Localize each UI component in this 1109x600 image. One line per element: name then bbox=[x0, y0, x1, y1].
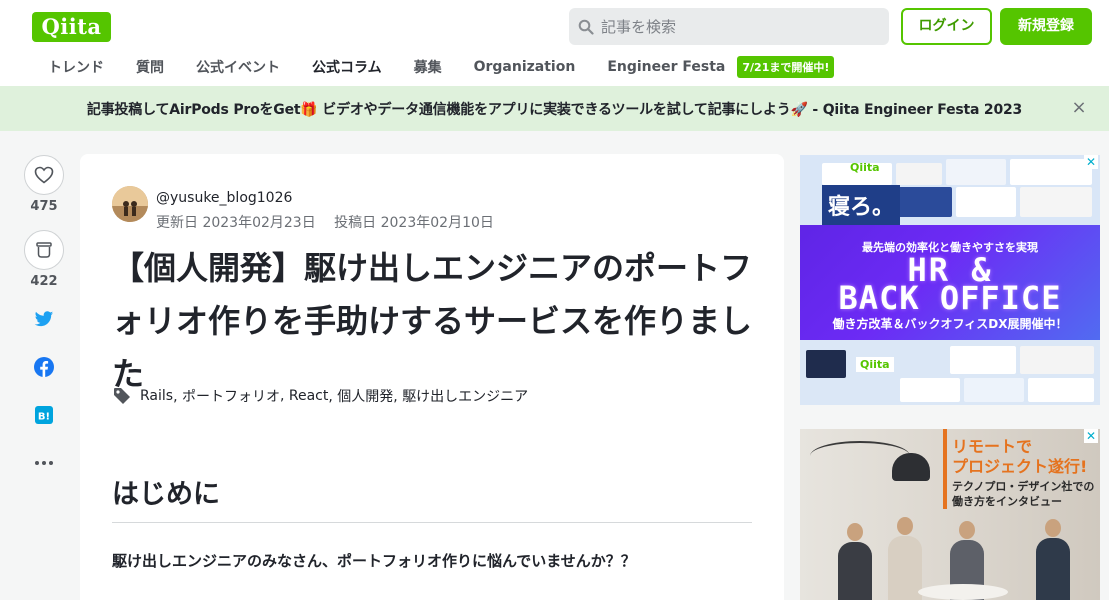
ad-headline-2: プロジェクト遂行! bbox=[952, 457, 1088, 476]
lamp-icon bbox=[892, 453, 930, 481]
stock-button[interactable] bbox=[24, 230, 64, 270]
ad-subline-1: テクノプロ・デザイン社での bbox=[952, 480, 1095, 493]
ad-bottom-strip bbox=[800, 340, 1100, 405]
login-button[interactable]: ログイン bbox=[901, 8, 992, 45]
tag-react[interactable]: React bbox=[280, 388, 328, 404]
tag-portfolio[interactable]: ポートフォリオ bbox=[173, 386, 280, 406]
search-box[interactable] bbox=[569, 8, 889, 45]
ad-qiita-logo-2: Qiita bbox=[856, 357, 894, 372]
ad-sleep-text: 寝ろ。 bbox=[822, 185, 901, 225]
updated-date: 更新日 2023年02月23日 bbox=[156, 215, 316, 231]
banner-text[interactable]: 記事投稿してAirPods ProをGet🎁 ビデオやデータ通信機能をアプリに実… bbox=[87, 99, 1022, 119]
person-2 bbox=[888, 536, 922, 600]
ad-banner-remote-interview[interactable]: リモートで プロジェクト遂行! テクノプロ・デザイン社での 働き方をインタビュー… bbox=[800, 429, 1100, 600]
person-4 bbox=[1036, 538, 1070, 600]
ad-accent-bar bbox=[943, 429, 947, 509]
ad-close-icon[interactable]: ✕ bbox=[1084, 429, 1098, 443]
nav-item-official-events[interactable]: 公式イベント bbox=[180, 57, 296, 77]
person-1 bbox=[838, 542, 872, 600]
author-username[interactable]: @yusuke_blog1026 bbox=[156, 190, 292, 206]
search-icon bbox=[577, 18, 595, 36]
tag-rails[interactable]: Rails bbox=[140, 388, 173, 404]
stock-count: 422 bbox=[30, 274, 58, 289]
like-button[interactable] bbox=[24, 155, 64, 195]
site-header: Qiita ログイン 新規登録 トレンド 質問 公式イベント 公式コラム 募集 … bbox=[0, 0, 1109, 86]
tag-list: Rails ポートフォリオ React 個人開発 駆け出しエンジニア bbox=[112, 386, 528, 406]
tag-personal-dev[interactable]: 個人開発 bbox=[328, 386, 393, 406]
hatena-share-button[interactable]: B! bbox=[24, 403, 64, 427]
twitter-share-button[interactable] bbox=[24, 307, 64, 331]
tag-icon bbox=[114, 388, 130, 404]
nav-item-official-column[interactable]: 公式コラム bbox=[296, 57, 398, 77]
announcement-banner[interactable]: 記事投稿してAirPods ProをGet🎁 ビデオやデータ通信機能をアプリに実… bbox=[0, 86, 1109, 131]
nav-item-trend[interactable]: トレンド bbox=[32, 57, 120, 77]
facebook-icon bbox=[34, 357, 54, 377]
posted-date: 投稿日 2023年02月10日 bbox=[334, 215, 494, 231]
twitter-icon bbox=[34, 310, 54, 326]
hatena-icon: B! bbox=[35, 406, 53, 424]
nav-item-organization[interactable]: Organization bbox=[458, 59, 592, 75]
article-lead: 駆け出しエンジニアのみなさん、ポートフォリオ作りに悩んでいませんか？？ bbox=[112, 552, 636, 570]
ad-headline-1: リモートで bbox=[952, 437, 1033, 456]
nav-item-engineer-festa[interactable]: Engineer Festa bbox=[591, 59, 741, 75]
ad-subtitle-2: 働き方改革＆バックオフィスDX展開催中！ bbox=[832, 317, 1068, 331]
avatar[interactable] bbox=[112, 186, 148, 222]
facebook-share-button[interactable] bbox=[24, 355, 64, 379]
table bbox=[918, 584, 1008, 600]
article-actions: 475 422 B! bbox=[24, 155, 64, 475]
article-title: 【個人開発】駆け出しエンジニアのポートフォリオ作りを手助けするサービスを作りまし… bbox=[112, 249, 753, 393]
nav-item-recruit[interactable]: 募集 bbox=[398, 57, 458, 77]
like-count: 475 bbox=[30, 199, 58, 214]
article-dates: 更新日 2023年02月23日 投稿日 2023年02月10日 bbox=[156, 212, 494, 232]
more-button[interactable] bbox=[24, 451, 64, 475]
festa-badge[interactable]: 7/21まで開催中! bbox=[737, 56, 835, 78]
ad-close-icon[interactable]: ✕ bbox=[1084, 155, 1098, 169]
tag-beginner-engineer[interactable]: 駆け出しエンジニア bbox=[393, 386, 528, 406]
search-input[interactable] bbox=[601, 17, 881, 36]
section-heading: はじめに bbox=[112, 476, 752, 523]
svg-text:B!: B! bbox=[38, 412, 50, 423]
signup-button[interactable]: 新規登録 bbox=[1000, 8, 1092, 45]
ad-subline-2: 働き方をインタビュー bbox=[952, 495, 1062, 508]
ad-banner-hr-backoffice[interactable]: Qiita 寝ろ。 最先端の効率化と働きやすさを実現 HR & BACK OFF… bbox=[800, 155, 1100, 405]
stock-icon bbox=[36, 242, 52, 258]
more-icon bbox=[35, 461, 53, 465]
article-card: @yusuke_blog1026 更新日 2023年02月23日 投稿日 202… bbox=[80, 154, 784, 600]
heart-icon bbox=[34, 166, 54, 184]
close-icon[interactable]: × bbox=[1071, 98, 1087, 118]
ad-qiita-logo: Qiita bbox=[850, 161, 880, 174]
nav-item-questions[interactable]: 質問 bbox=[120, 57, 180, 77]
main-nav: トレンド 質問 公式イベント 公式コラム 募集 Organization Eng… bbox=[32, 52, 835, 82]
ad-headline-2: BACK OFFICE bbox=[838, 279, 1062, 317]
qiita-logo[interactable]: Qiita bbox=[32, 12, 111, 42]
